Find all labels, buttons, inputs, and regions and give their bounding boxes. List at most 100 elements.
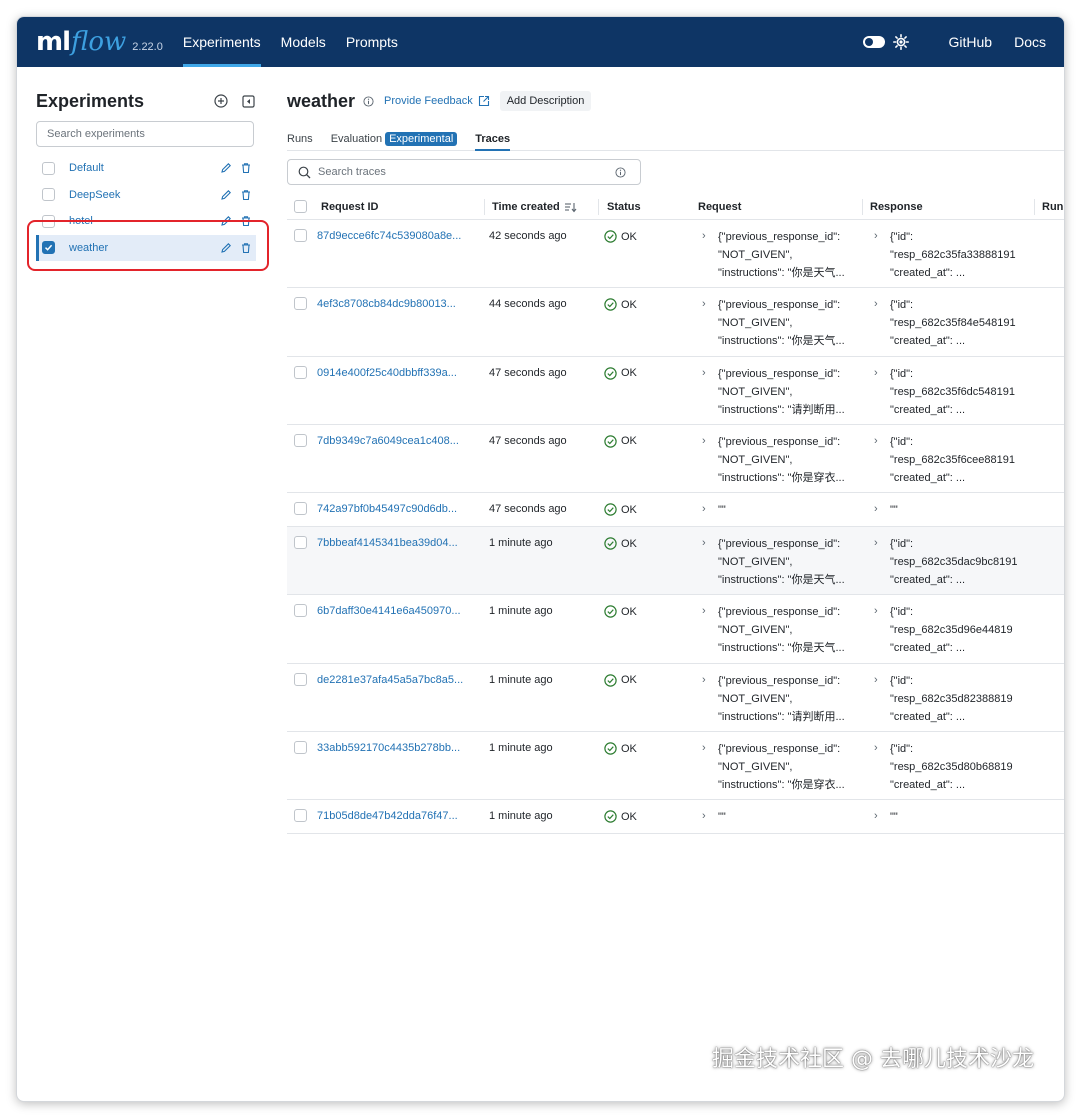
- expand-response-chevron-icon[interactable]: ›: [874, 367, 878, 379]
- rename-experiment-button[interactable]: [219, 188, 232, 201]
- provide-feedback-link[interactable]: Provide Feedback: [384, 95, 490, 107]
- nav-github[interactable]: GitHub: [949, 17, 993, 67]
- expand-request-chevron-icon[interactable]: ›: [702, 503, 706, 515]
- nav-models[interactable]: Models: [281, 17, 326, 67]
- response-line: {"id":: [890, 743, 914, 756]
- response-preview: "": [890, 501, 1036, 519]
- delete-experiment-button[interactable]: [239, 162, 252, 175]
- trace-search-input[interactable]: Search traces: [287, 159, 641, 185]
- expand-request-chevron-icon[interactable]: ›: [702, 298, 706, 310]
- row-checkbox[interactable]: [294, 741, 307, 755]
- row-checkbox[interactable]: [294, 229, 307, 242]
- row-checkbox[interactable]: [294, 297, 307, 311]
- experiment-name[interactable]: DeepSeek: [69, 189, 120, 201]
- expand-response-chevron-icon[interactable]: ›: [874, 503, 878, 515]
- request-id-link[interactable]: 33abb592170c4435b278bb...: [317, 742, 485, 754]
- table-row[interactable]: 6b7daff30e4141e6a450970... 1 minute ago OK…: [287, 595, 1064, 664]
- request-id-link[interactable]: 87d9ecce6fc74c539080a8e...: [317, 230, 485, 242]
- tab-runs[interactable]: Runs: [287, 128, 313, 150]
- request-id-link[interactable]: 7bbbeaf4145341bea39d04...: [317, 537, 485, 549]
- mlflow-logo[interactable]: ml flow 2.22.0: [36, 27, 163, 57]
- expand-request-chevron-icon[interactable]: ›: [702, 537, 706, 549]
- traces-table: Request ID Time created Status Request R…: [287, 194, 1064, 835]
- experiment-name[interactable]: Default: [69, 162, 104, 174]
- expand-response-chevron-icon[interactable]: ›: [874, 230, 878, 242]
- delete-experiment-button[interactable]: [239, 188, 252, 201]
- row-checkbox[interactable]: [294, 672, 307, 686]
- col-request-id[interactable]: Request ID: [321, 201, 378, 213]
- expand-request-chevron-icon[interactable]: ›: [702, 810, 706, 822]
- col-request[interactable]: Request: [698, 201, 741, 213]
- expand-response-chevron-icon[interactable]: ›: [874, 674, 878, 686]
- expand-request-chevron-icon[interactable]: ›: [702, 674, 706, 686]
- experiment-search-input[interactable]: Search experiments: [36, 121, 254, 147]
- col-status[interactable]: Status: [607, 201, 641, 213]
- tab-traces[interactable]: Traces: [475, 128, 510, 151]
- table-row[interactable]: 87d9ecce6fc74c539080a8e... 42 seconds ago…: [287, 220, 1064, 289]
- status-text: OK: [621, 298, 637, 311]
- expand-request-chevron-icon[interactable]: ›: [702, 742, 706, 754]
- experiment-item-deepseek[interactable]: DeepSeek: [36, 182, 256, 208]
- table-row[interactable]: 4ef3c8708cb84dc9b80013... 44 seconds ago O…: [287, 288, 1064, 357]
- add-experiment-button[interactable]: [213, 93, 229, 109]
- row-checkbox[interactable]: [294, 536, 307, 550]
- tab-evaluation-label: Evaluation: [330, 133, 383, 145]
- expand-request-chevron-icon[interactable]: ›: [702, 230, 706, 242]
- expand-response-chevron-icon[interactable]: ›: [874, 742, 878, 754]
- expand-response-chevron-icon[interactable]: ›: [874, 298, 878, 310]
- expand-response-chevron-icon[interactable]: ›: [874, 605, 878, 617]
- expand-response-chevron-icon[interactable]: ›: [874, 537, 878, 549]
- search-icon: [298, 166, 311, 178]
- col-separator: [862, 199, 863, 215]
- table-row[interactable]: 742a97bf0b45497c90d6db... 47 seconds ago O…: [287, 493, 1064, 528]
- experiment-item-default[interactable]: Default: [36, 155, 256, 181]
- experiment-checkbox[interactable]: [42, 188, 55, 201]
- collapse-sidebar-button[interactable]: [240, 93, 256, 109]
- row-checkbox[interactable]: [294, 433, 307, 447]
- request-id-link[interactable]: 0914e400f25c40dbbff339a...: [317, 367, 485, 379]
- row-checkbox[interactable]: [294, 809, 307, 823]
- sort-icon[interactable]: [564, 202, 577, 213]
- expand-response-chevron-icon[interactable]: ›: [874, 435, 878, 447]
- rename-experiment-button[interactable]: [219, 162, 232, 175]
- request-line: "instructions": "你是天气...: [718, 267, 845, 279]
- request-id-link[interactable]: 71b05d8de47b42dda76f47...: [317, 810, 485, 822]
- nav-docs[interactable]: Docs: [1014, 17, 1046, 67]
- request-id-link[interactable]: 6b7daff30e4141e6a450970...: [317, 605, 485, 617]
- tab-evaluation[interactable]: Evaluation Experimental: [331, 128, 458, 150]
- select-all-checkbox[interactable]: [294, 200, 307, 213]
- expand-response-chevron-icon[interactable]: ›: [874, 810, 878, 822]
- col-run[interactable]: Run: [1042, 201, 1063, 213]
- request-id-link[interactable]: 742a97bf0b45497c90d6db...: [317, 503, 485, 515]
- expand-request-chevron-icon[interactable]: ›: [702, 435, 706, 447]
- table-row[interactable]: 0914e400f25c40dbbff339a... 47 seconds ago…: [287, 357, 1064, 425]
- table-row[interactable]: 7db9349c7a6049cea1c408... 47 seconds ago O…: [287, 425, 1064, 494]
- table-row[interactable]: de2281e37afa45a5a7bc8a5... 1 minute ago OK…: [287, 664, 1064, 733]
- row-checkbox[interactable]: [294, 365, 307, 379]
- row-checkbox[interactable]: [294, 502, 307, 516]
- request-id-link[interactable]: 7db9349c7a6049cea1c408...: [317, 435, 485, 447]
- request-id-link[interactable]: de2281e37afa45a5a7bc8a5...: [317, 674, 485, 686]
- nav-prompts[interactable]: Prompts: [346, 17, 398, 67]
- search-info-icon[interactable]: [615, 167, 626, 178]
- table-body: 87d9ecce6fc74c539080a8e... 42 seconds ago…: [287, 220, 1064, 835]
- sidebar-title: Experiments: [36, 90, 145, 111]
- time-created: 1 minute ago: [489, 673, 553, 686]
- status-text: OK: [621, 810, 637, 823]
- expand-request-chevron-icon[interactable]: ›: [702, 367, 706, 379]
- expand-request-chevron-icon[interactable]: ›: [702, 605, 706, 617]
- request-id-link[interactable]: 4ef3c8708cb84dc9b80013...: [317, 298, 485, 310]
- experiment-checkbox[interactable]: [42, 161, 55, 175]
- table-row[interactable]: 71b05d8de47b42dda76f47... 1 minute ago OK ›…: [287, 800, 1064, 835]
- col-time-created[interactable]: Time created: [492, 201, 577, 213]
- table-row[interactable]: 7bbbeaf4145341bea39d04... 1 minute ago OK ›…: [287, 527, 1064, 596]
- col-response[interactable]: Response: [870, 201, 923, 213]
- theme-toggle[interactable]: [862, 36, 885, 48]
- add-description-button[interactable]: Add Description: [499, 91, 592, 111]
- request-preview: {"previous_response_id": "NOT_GIVEN", "ins…: [718, 672, 863, 726]
- table-row[interactable]: 33abb592170c4435b278bb... 1 minute ago OK ›…: [287, 732, 1064, 801]
- response-line: "created_at": ...: [890, 574, 966, 587]
- row-checkbox[interactable]: [294, 604, 307, 618]
- nav-experiments[interactable]: Experiments: [182, 17, 261, 67]
- info-icon[interactable]: [363, 95, 374, 107]
